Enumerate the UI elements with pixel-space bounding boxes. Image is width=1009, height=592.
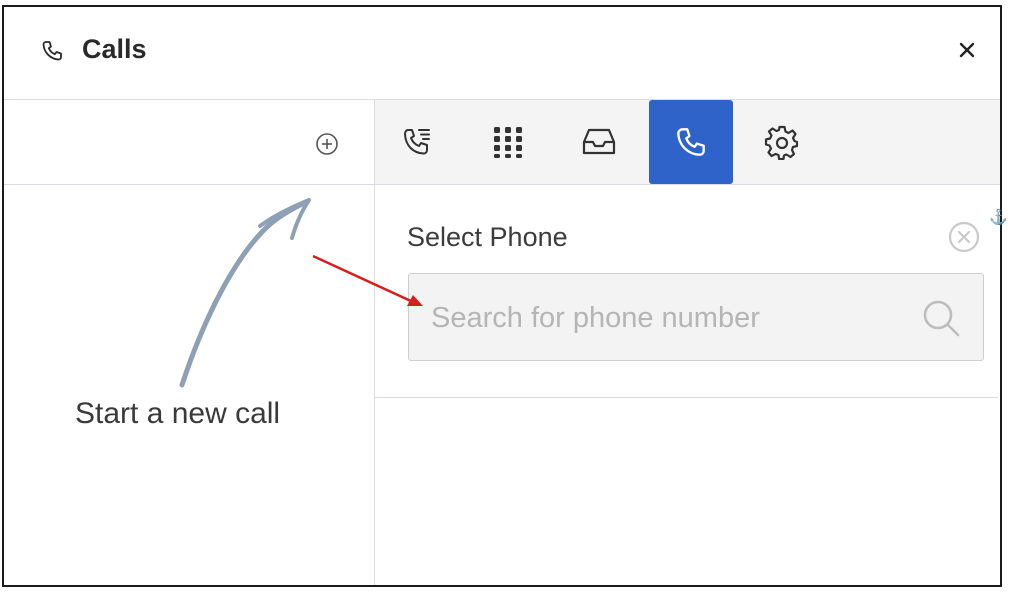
phone-icon <box>42 41 62 61</box>
tab-inbox[interactable] <box>557 100 641 184</box>
results-area <box>396 414 732 542</box>
dialpad-icon <box>494 127 522 158</box>
tab-phone[interactable] <box>649 100 733 184</box>
tab-settings[interactable] <box>740 100 824 184</box>
phone-icon <box>677 128 705 156</box>
tab-call-log[interactable] <box>375 100 459 184</box>
calls-window: Calls Select Phone Search for phone numb… <box>2 5 1002 587</box>
left-toolbar <box>4 100 374 185</box>
phone-search-box <box>408 273 984 361</box>
inbox-icon <box>582 128 616 155</box>
page-title: Calls <box>82 34 147 64</box>
section-divider <box>375 397 998 398</box>
select-phone-label: Select Phone <box>407 222 568 252</box>
phone-search-input[interactable] <box>429 296 903 340</box>
close-icon[interactable] <box>954 37 980 63</box>
tab-dialpad[interactable] <box>466 100 550 184</box>
plus-circle-icon[interactable] <box>314 131 340 157</box>
gear-icon <box>764 125 799 160</box>
tab-bar <box>375 100 1000 185</box>
header: Calls <box>4 7 1000 100</box>
anchor-icon: ⚓ <box>989 209 1008 226</box>
start-new-call-hint: Start a new call <box>75 397 281 430</box>
clear-circle-icon[interactable] <box>947 220 981 254</box>
call-log-icon <box>404 129 430 155</box>
search-icon[interactable] <box>919 296 963 340</box>
